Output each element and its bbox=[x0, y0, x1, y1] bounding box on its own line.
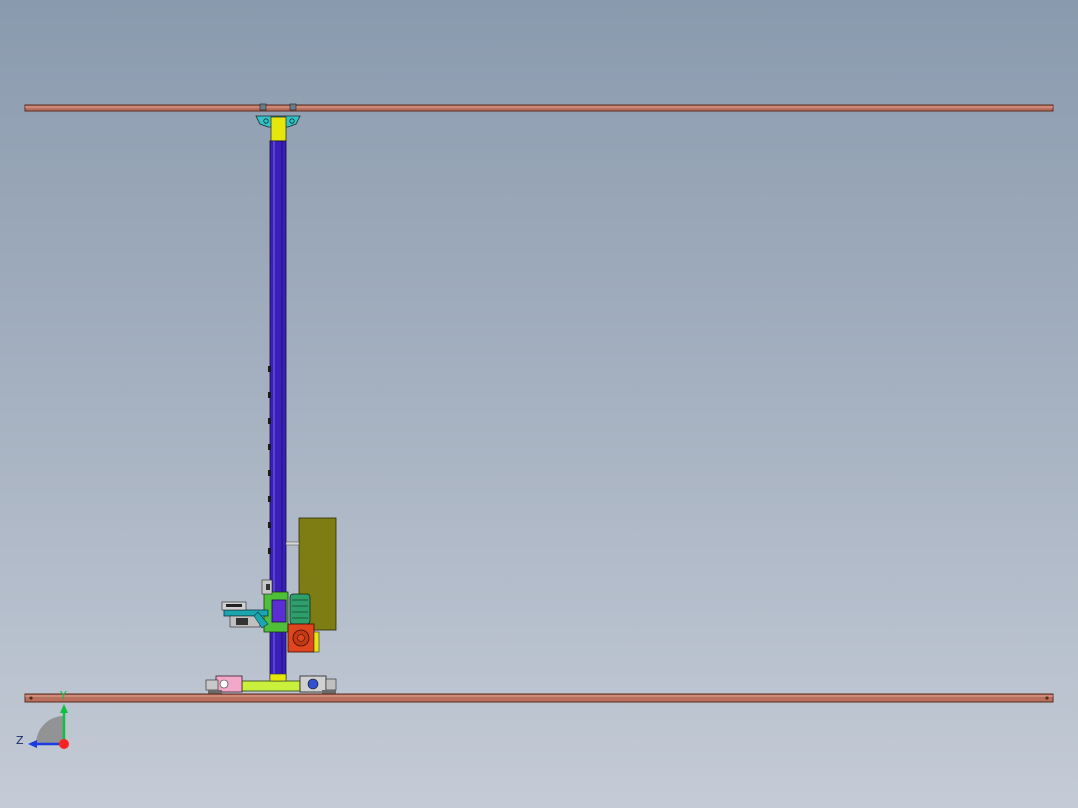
column-tick bbox=[268, 522, 271, 528]
base-assembly[interactable] bbox=[205, 673, 337, 695]
gearbox[interactable] bbox=[287, 623, 320, 653]
column-top-cap[interactable] bbox=[270, 116, 287, 142]
column-tick bbox=[268, 366, 271, 372]
column-tick bbox=[268, 548, 271, 554]
column-tick bbox=[268, 496, 271, 502]
column-tick bbox=[268, 418, 271, 424]
y-axis-label: Y bbox=[59, 689, 67, 702]
column-tick bbox=[268, 470, 271, 476]
x-axis-point-icon bbox=[59, 739, 69, 749]
model-view[interactable]: Y Z bbox=[0, 0, 1078, 808]
z-axis-label: Z bbox=[16, 734, 24, 747]
triad-arc-icon bbox=[36, 716, 64, 744]
z-axis-arrow-icon bbox=[28, 740, 37, 748]
fork-arm[interactable] bbox=[221, 601, 269, 629]
bottom-rail[interactable] bbox=[24, 693, 1054, 703]
column-tick bbox=[268, 392, 271, 398]
top-rail[interactable] bbox=[24, 104, 1054, 112]
column-tick bbox=[268, 444, 271, 450]
y-axis-arrow-icon bbox=[60, 704, 68, 713]
drive-motor[interactable] bbox=[289, 593, 311, 625]
graphics-viewport[interactable]: Y Z bbox=[0, 0, 1078, 808]
